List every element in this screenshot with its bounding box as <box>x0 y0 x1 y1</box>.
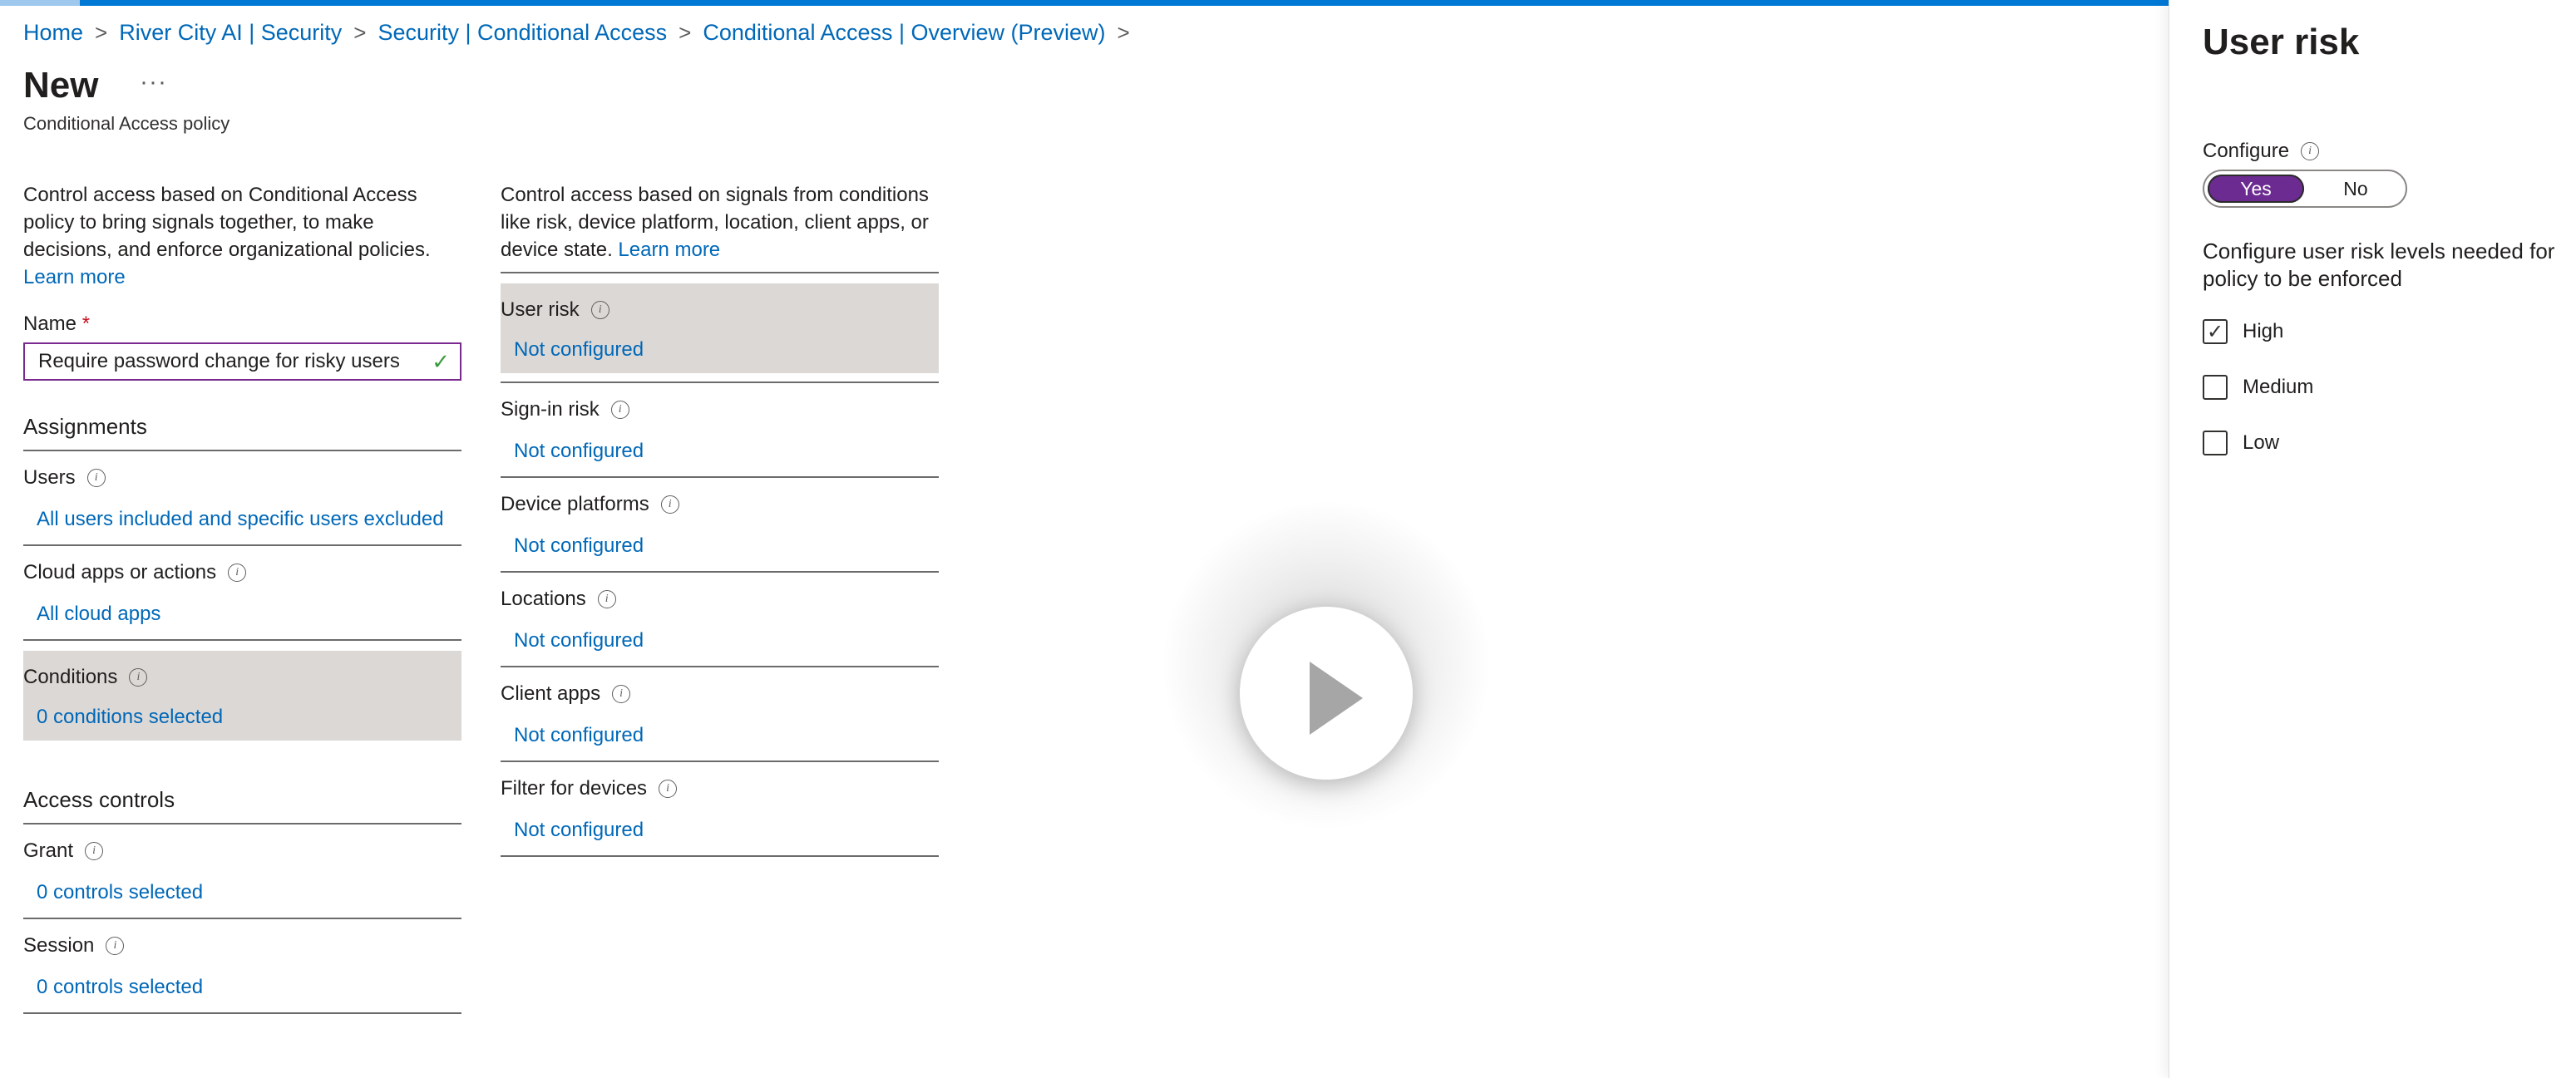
info-icon[interactable]: i <box>612 685 631 703</box>
risk-level-low[interactable]: Low <box>2203 431 2279 455</box>
risk-level-medium[interactable]: Medium <box>2203 375 2313 400</box>
condition-filter-for-devices[interactable]: Filter for devices i Not configured <box>501 762 939 857</box>
conditions-value-link[interactable]: 0 conditions selected <box>37 706 461 729</box>
name-label-text: Name <box>23 313 77 335</box>
info-icon[interactable]: i <box>228 564 247 582</box>
conditions-column: Control access based on signals from con… <box>501 181 939 857</box>
name-label: Name * <box>23 313 461 336</box>
info-icon[interactable]: i <box>597 590 616 608</box>
condition-device-platforms[interactable]: Device platforms i Not configured <box>501 478 939 573</box>
session-label: Session <box>23 934 95 957</box>
device-platforms-label: Device platforms <box>501 493 649 515</box>
user-risk-panel: User risk Configure i Yes No Configure u… <box>2169 0 2576 1078</box>
info-icon[interactable]: i <box>659 780 678 798</box>
page-title: New <box>23 65 99 106</box>
users-label: Users <box>23 466 76 489</box>
info-icon[interactable]: i <box>590 301 609 319</box>
risk-level-high[interactable]: ✓ High <box>2203 319 2283 344</box>
session-value-link[interactable]: 0 controls selected <box>37 976 461 999</box>
user-risk-value-link[interactable]: Not configured <box>514 338 939 362</box>
locations-label: Locations <box>501 588 586 610</box>
divider <box>501 272 939 273</box>
policy-name-input[interactable]: Require password change for risky users … <box>23 342 461 381</box>
toggle-no-option[interactable]: No <box>2307 175 2404 203</box>
breadcrumb-security-tenant[interactable]: River City AI | Security <box>119 20 342 46</box>
grant-label: Grant <box>23 839 74 862</box>
assignment-conditions[interactable]: Conditions i 0 conditions selected <box>23 651 461 741</box>
breadcrumb-conditional-access[interactable]: Security | Conditional Access <box>378 20 667 46</box>
client-apps-value-link[interactable]: Not configured <box>514 724 939 747</box>
assignments-heading: Assignments <box>23 414 461 451</box>
configure-label-text: Configure <box>2203 140 2290 162</box>
condition-sign-in-risk[interactable]: Sign-in risk i Not configured <box>501 381 939 478</box>
risk-levels-description: Configure user risk levels needed for po… <box>2203 239 2555 291</box>
panel-title: User risk <box>2203 22 2360 62</box>
policy-name-value: Require password change for risky users <box>38 350 400 372</box>
info-icon[interactable]: i <box>2301 142 2320 160</box>
user-risk-label: User risk <box>501 298 580 321</box>
top-bar-segment <box>0 0 80 6</box>
info-icon[interactable]: i <box>106 937 125 955</box>
high-checkbox[interactable]: ✓ <box>2203 319 2228 344</box>
breadcrumb: Home > River City AI | Security > Securi… <box>23 20 1142 46</box>
medium-label: Medium <box>2243 376 2314 398</box>
breadcrumb-separator: > <box>95 20 108 45</box>
configure-toggle[interactable]: Yes No <box>2203 170 2407 208</box>
low-label: Low <box>2243 431 2280 454</box>
more-options-icon[interactable]: ··· <box>140 68 167 96</box>
breadcrumb-home[interactable]: Home <box>23 20 83 46</box>
assignment-users[interactable]: Users i All users included and specific u… <box>23 451 461 546</box>
sign-in-risk-value-link[interactable]: Not configured <box>514 440 939 463</box>
play-icon <box>1310 662 1363 735</box>
required-marker: * <box>81 313 91 335</box>
breadcrumb-separator: > <box>1117 20 1130 45</box>
assignment-cloud-apps[interactable]: Cloud apps or actions i All cloud apps <box>23 546 461 641</box>
device-platforms-value-link[interactable]: Not configured <box>514 534 939 558</box>
conditions-description: Control access based on signals from con… <box>501 181 939 263</box>
low-checkbox[interactable] <box>2203 431 2228 455</box>
policy-description-text: Control access based on Conditional Acce… <box>23 184 431 261</box>
cloud-apps-label: Cloud apps or actions <box>23 561 217 583</box>
learn-more-link[interactable]: Learn more <box>618 239 720 261</box>
access-session[interactable]: Session i 0 controls selected <box>23 919 461 1014</box>
learn-more-link[interactable]: Learn more <box>23 266 126 288</box>
cloud-apps-value-link[interactable]: All cloud apps <box>37 603 461 626</box>
grant-value-link[interactable]: 0 controls selected <box>37 881 461 904</box>
checkmark-icon: ✓ <box>432 348 450 374</box>
condition-locations[interactable]: Locations i Not configured <box>501 573 939 667</box>
users-value-link[interactable]: All users included and specific users ex… <box>37 508 461 531</box>
info-icon[interactable]: i <box>85 842 104 860</box>
policy-description: Control access based on Conditional Acce… <box>23 181 461 291</box>
access-controls-heading: Access controls <box>23 787 461 824</box>
high-label: High <box>2243 320 2284 342</box>
filter-for-devices-label: Filter for devices <box>501 777 648 800</box>
conditions-label: Conditions <box>23 666 118 688</box>
info-icon[interactable]: i <box>660 495 679 514</box>
client-apps-label: Client apps <box>501 682 601 705</box>
breadcrumb-overview[interactable]: Conditional Access | Overview (Preview) <box>703 20 1105 46</box>
configure-label: Configure i <box>2203 140 2320 163</box>
info-icon[interactable]: i <box>129 668 148 687</box>
breadcrumb-separator: > <box>679 20 692 45</box>
info-icon[interactable]: i <box>610 401 629 419</box>
sign-in-risk-label: Sign-in risk <box>501 398 600 421</box>
medium-checkbox[interactable] <box>2203 375 2228 400</box>
access-grant[interactable]: Grant i 0 controls selected <box>23 824 461 919</box>
info-icon[interactable]: i <box>86 469 106 487</box>
breadcrumb-separator: > <box>353 20 367 45</box>
page-subtitle: Conditional Access policy <box>23 113 230 134</box>
locations-value-link[interactable]: Not configured <box>514 629 939 652</box>
play-button[interactable] <box>1240 607 1413 780</box>
condition-client-apps[interactable]: Client apps i Not configured <box>501 667 939 762</box>
toggle-yes-option[interactable]: Yes <box>2208 175 2304 203</box>
filter-for-devices-value-link[interactable]: Not configured <box>514 819 939 842</box>
policy-settings-column: Control access based on Conditional Acce… <box>23 181 461 1014</box>
condition-user-risk[interactable]: User risk i Not configured <box>501 283 939 373</box>
